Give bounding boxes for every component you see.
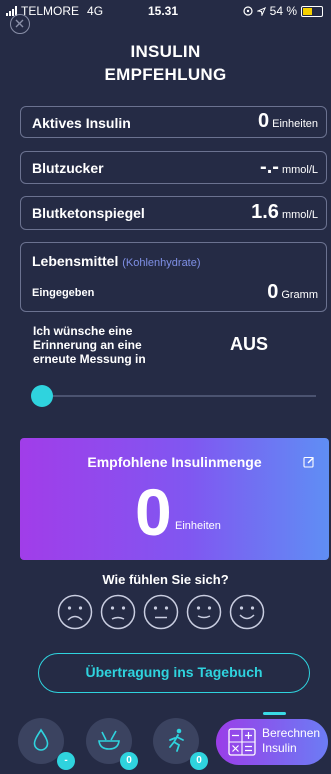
ketones-label: Blutketonspiegel — [32, 205, 145, 221]
ketones-card[interactable]: Blutketonspiegel 1.6 mmol/L — [20, 196, 327, 230]
food-value: 0 — [267, 281, 279, 303]
status-time: 15.31 — [148, 4, 179, 18]
recommendation-unit: Einheiten — [175, 520, 221, 532]
status-bar: TELMORE 4G 15.31 54 % — [0, 0, 331, 22]
close-icon — [15, 19, 24, 28]
reminder-slider-knob[interactable] — [31, 385, 53, 407]
transfer-to-diary-button[interactable]: Übertragung ins Tagebuch — [38, 653, 310, 693]
blood-glucose-value: -.- — [260, 156, 279, 178]
food-entered-label: Eingegeben — [32, 287, 95, 299]
blood-glucose-label: Blutzucker — [32, 160, 104, 176]
battery-icon — [301, 5, 323, 17]
food-sublabel: (Kohlenhydrate) — [122, 257, 201, 269]
neutral-face-icon[interactable] — [143, 594, 179, 630]
food-label: Lebensmittel — [32, 253, 119, 269]
active-insulin-value: 0 — [258, 110, 270, 132]
reminder-slider-track[interactable] — [40, 395, 316, 397]
active-insulin-value-group: 0 Einheiten — [258, 110, 318, 133]
recommendation-card: Empfohlene Insulinmenge 0 Einheiten — [20, 438, 329, 560]
active-insulin-label: Aktives Insulin — [32, 115, 131, 131]
location-icon — [256, 6, 266, 16]
battery-percent: 54 % — [269, 4, 297, 18]
status-right: 54 % — [243, 4, 323, 18]
feeling-label: Wie fühlen Sie sich? — [102, 572, 229, 587]
food-unit: Gramm — [281, 289, 318, 301]
active-tab-indicator — [263, 712, 286, 715]
content-face-icon[interactable] — [186, 594, 222, 630]
carrier-name: TELMORE — [21, 4, 80, 18]
blood-glucose-value-group: -.- mmol/L — [260, 156, 318, 179]
food-value-group: 0 Gramm — [267, 281, 318, 304]
network-type: 4G — [87, 4, 104, 18]
ketones-unit: mmol/L — [281, 209, 318, 221]
active-insulin-unit: Einheiten — [272, 118, 318, 130]
edit-icon[interactable] — [303, 456, 315, 468]
reminder-value: AUS — [230, 334, 269, 354]
calculate-insulin-line1: Berechnen — [262, 726, 321, 740]
calculate-insulin-button[interactable]: Berechnen Insulin — [216, 719, 328, 765]
happy-face-icon[interactable] — [229, 594, 265, 630]
food-card[interactable]: Lebensmittel (Kohlenhydrate) Eingegeben … — [20, 242, 327, 312]
page-title-line2: EMPFEHLUNG — [104, 65, 227, 84]
feeling-options — [57, 594, 265, 630]
recommendation-value: 0 — [135, 475, 172, 549]
blood-glucose-card[interactable]: Blutzucker -.- mmol/L — [20, 151, 327, 184]
very-sad-face-icon[interactable] — [57, 594, 93, 630]
food-badge: 0 — [120, 752, 138, 770]
sad-face-icon[interactable] — [100, 594, 136, 630]
ketones-value-group: 1.6 mmol/L — [251, 201, 318, 224]
close-button[interactable] — [10, 14, 30, 34]
insulin-badge: - — [57, 752, 75, 770]
alarm-icon — [243, 6, 253, 16]
ketones-value: 1.6 — [251, 201, 279, 223]
page-title-line1: INSULIN — [130, 42, 201, 61]
reminder-label: Ich wünsche eine Erinnerung an eine erne… — [33, 324, 146, 366]
calculator-icon — [228, 728, 256, 756]
page-title: INSULIN EMPFEHLUNG — [0, 40, 331, 86]
blood-glucose-unit: mmol/L — [281, 164, 318, 176]
active-insulin-card: Aktives Insulin 0 Einheiten — [20, 106, 327, 138]
activity-badge: 0 — [190, 752, 208, 770]
calculate-insulin-line2: Insulin — [262, 741, 297, 755]
calculate-insulin-label: Berechnen Insulin — [262, 726, 320, 756]
recommendation-title: Empfohlene Insulinmenge — [87, 454, 262, 470]
food-label-row: Lebensmittel (Kohlenhydrate) — [32, 253, 201, 269]
